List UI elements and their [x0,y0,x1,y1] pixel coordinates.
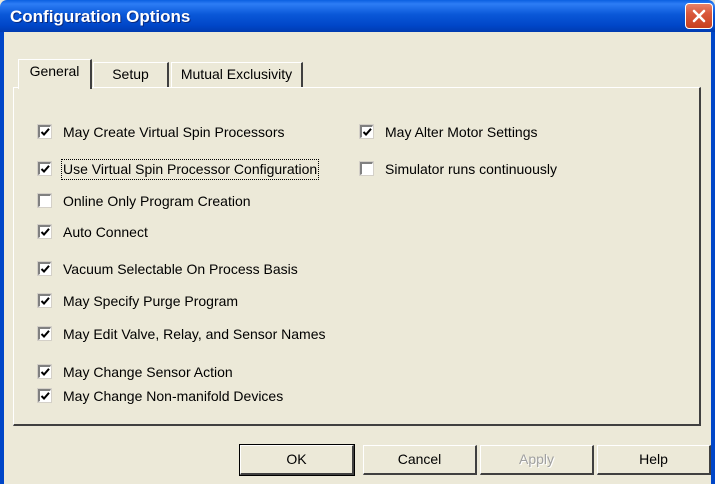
apply-button[interactable]: Apply [480,445,594,475]
checkbox[interactable] [37,193,52,208]
checkbox[interactable] [37,261,52,276]
option-label: May Specify Purge Program [63,293,239,309]
tab-general[interactable]: General [18,59,92,89]
option-label: Auto Connect [63,224,148,240]
check-icon [40,228,50,236]
checkbox[interactable] [37,364,52,379]
tab-general-label: General [29,63,80,79]
check-icon [40,368,50,376]
tab-mutual-exclusivity-label: Mutual Exclusivity [180,66,293,82]
check-icon [40,128,50,136]
check-icon [40,297,50,305]
check-icon [362,128,372,136]
option-label: Vacuum Selectable On Process Basis [63,261,298,277]
tab-setup-label: Setup [112,66,149,82]
option-label: May Change Sensor Action [63,364,233,380]
window-frame-right [711,32,715,484]
option-label: Simulator runs continuously [385,161,557,177]
checkbox[interactable] [37,326,52,341]
checkbox[interactable] [37,161,52,176]
option-label: May Create Virtual Spin Processors [63,124,285,140]
checkbox[interactable] [359,161,374,176]
option-label: May Edit Valve, Relay, and Sensor Names [63,326,326,342]
check-icon [40,165,50,173]
checkbox[interactable] [37,388,52,403]
checkbox[interactable] [37,293,52,308]
window-title: Configuration Options [10,7,191,26]
tab-mutual-exclusivity[interactable]: Mutual Exclusivity [171,62,303,87]
check-icon [40,265,50,273]
help-button[interactable]: Help [597,445,711,475]
option-label: May Alter Motor Settings [385,124,538,140]
checkbox[interactable] [37,124,52,139]
close-button[interactable] [685,3,713,29]
cancel-button[interactable]: Cancel [363,445,477,475]
window-frame-left [0,32,4,484]
check-icon [40,330,50,338]
check-icon [40,392,50,400]
option-label: Use Virtual Spin Processor Configuration [60,159,320,180]
option-label: Online Only Program Creation [63,193,251,209]
checkbox[interactable] [37,224,52,239]
ok-button[interactable]: OK [239,444,355,476]
close-icon [692,9,706,23]
tab-setup[interactable]: Setup [93,62,169,87]
checkbox[interactable] [359,124,374,139]
title-bar: Configuration Options [0,0,715,32]
option-label: May Change Non-manifold Devices [63,388,284,404]
